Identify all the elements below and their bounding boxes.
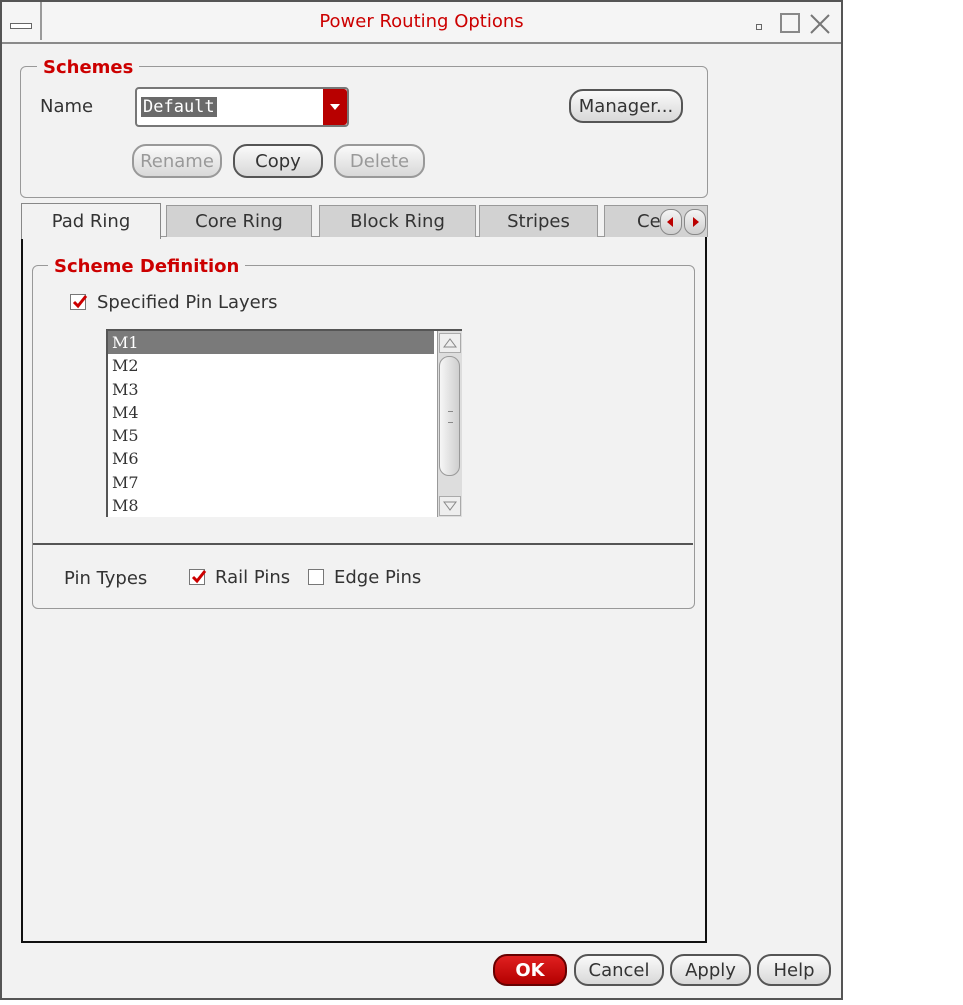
list-item[interactable]: M8	[108, 494, 434, 517]
rail-pins-label: Rail Pins	[215, 567, 291, 588]
schemes-group	[20, 66, 708, 198]
tab-core-ring[interactable]: Core Ring	[166, 205, 312, 237]
scroll-thumb[interactable]	[439, 356, 460, 476]
list-item[interactable]: M2	[108, 354, 434, 377]
pin-layers-listbox[interactable]: M1 M2 M3 M4 M5 M6 M7 M8	[106, 329, 462, 517]
rail-pins-checkbox[interactable]	[189, 569, 207, 585]
desktop-background	[843, 0, 963, 1005]
help-button[interactable]: Help	[757, 954, 831, 986]
schemes-group-label: Schemes	[37, 57, 140, 78]
maximize-button[interactable]	[780, 13, 800, 33]
dropdown-arrow-icon[interactable]	[323, 89, 347, 125]
checkmark-icon	[72, 295, 88, 309]
list-item[interactable]: M5	[108, 424, 434, 447]
grip-icon	[448, 411, 453, 423]
tab-stripes[interactable]: Stripes	[479, 205, 598, 237]
power-routing-options-window: Power Routing Options Schemes Name Defau…	[0, 0, 843, 1000]
list-item[interactable]: M6	[108, 447, 434, 470]
title-bar[interactable]: Power Routing Options	[2, 2, 841, 44]
list-scrollbar[interactable]	[437, 331, 462, 517]
scheme-name-value[interactable]: Default	[141, 97, 217, 117]
close-button[interactable]	[808, 12, 830, 34]
list-item[interactable]: M1	[108, 331, 434, 355]
ok-button[interactable]: OK	[493, 954, 567, 986]
cancel-button[interactable]: Cancel	[574, 954, 664, 986]
chevron-left-icon	[667, 217, 673, 227]
minimize-button[interactable]	[748, 12, 768, 32]
minimize-icon	[756, 24, 762, 30]
tab-scroll-left-button[interactable]	[660, 209, 682, 235]
tab-block-ring[interactable]: Block Ring	[319, 205, 476, 237]
manager-button[interactable]: Manager...	[569, 89, 683, 123]
list-item[interactable]: M7	[108, 471, 434, 494]
list-item[interactable]: M4	[108, 401, 434, 424]
window-title: Power Routing Options	[319, 11, 524, 32]
specified-pin-layers-label: Specified Pin Layers	[97, 292, 278, 313]
arrow-up-icon	[443, 338, 457, 348]
copy-button[interactable]: Copy	[233, 144, 323, 178]
chevron-right-icon	[693, 217, 699, 227]
scheme-name-combobox[interactable]: Default	[135, 87, 349, 127]
specified-pin-layers-checkbox[interactable]	[70, 294, 88, 310]
list-item[interactable]: M3	[108, 378, 434, 401]
pin-types-label: Pin Types	[64, 568, 148, 589]
scheme-definition-group-label: Scheme Definition	[48, 256, 246, 277]
delete-button[interactable]: Delete	[334, 144, 425, 178]
section-divider	[33, 543, 693, 545]
scroll-down-button[interactable]	[439, 496, 461, 516]
apply-button[interactable]: Apply	[670, 954, 751, 986]
edge-pins-checkbox[interactable]	[308, 569, 324, 585]
close-icon	[810, 14, 830, 34]
tab-pad-ring[interactable]: Pad Ring	[21, 203, 161, 239]
name-label: Name	[40, 96, 94, 117]
arrow-down-icon	[443, 501, 457, 511]
edge-pins-label: Edge Pins	[334, 567, 422, 588]
tab-scroll-right-button[interactable]	[684, 209, 706, 235]
scroll-up-button[interactable]	[439, 333, 461, 353]
rename-button[interactable]: Rename	[132, 144, 222, 178]
checkmark-icon	[191, 570, 207, 584]
